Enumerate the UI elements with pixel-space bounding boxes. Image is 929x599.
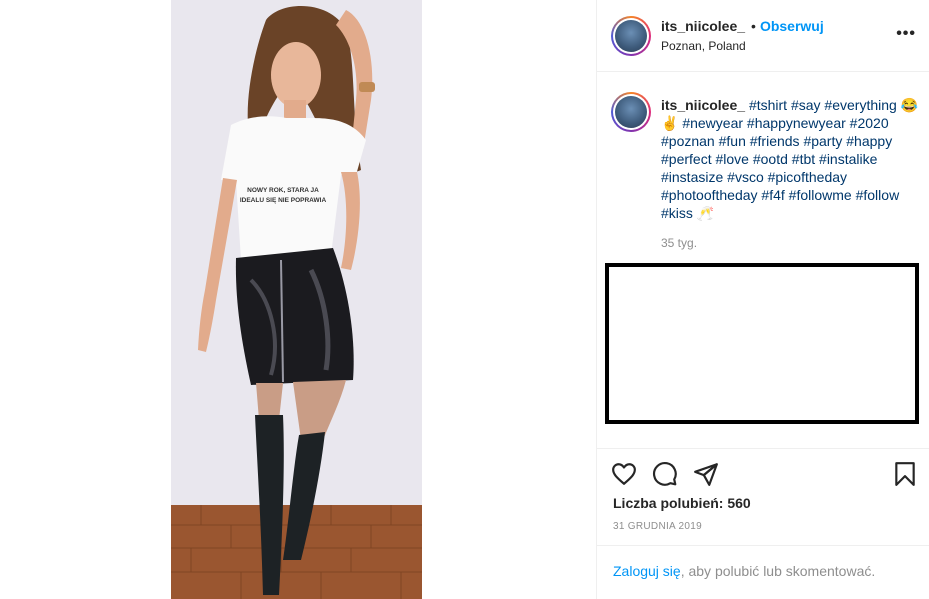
username-link[interactable]: its_niicolee_ (661, 18, 745, 34)
caption-avatar[interactable] (611, 92, 651, 132)
hashtag-link[interactable]: #2020 (850, 115, 889, 131)
bookmark-icon[interactable] (892, 461, 918, 487)
hashtag-link[interactable]: #love (715, 151, 748, 167)
hashtag-link[interactable]: #tshirt (749, 97, 787, 113)
hashtag-link[interactable]: #instasize (661, 169, 723, 185)
caption-username-link[interactable]: its_niicolee_ (661, 97, 745, 113)
shirt-text-1: NOWY ROK, STARA JA (247, 187, 319, 194)
login-prompt: Zaloguj się, aby polubić lub skomentować… (597, 545, 929, 599)
shirt-text-2: IDEALU SIĘ NIE POPRAWIA (240, 197, 327, 204)
likes-count[interactable]: Liczba polubień: 560 (613, 495, 751, 511)
redacted-box (605, 263, 919, 424)
hashtag-link[interactable]: #fun (719, 133, 746, 149)
post-time[interactable]: 35 tyg. (661, 236, 697, 250)
post-photo-illustration: NOWY ROK, STARA JA IDEALU SIĘ NIE POPRAW… (171, 0, 422, 599)
location-link[interactable]: Poznan, Poland (661, 39, 746, 53)
hashtag-link[interactable]: #say (791, 97, 821, 113)
login-rest-text: , aby polubić lub skomentować. (680, 563, 876, 579)
post-media-area: NOWY ROK, STARA JA IDEALU SIĘ NIE POPRAW… (0, 0, 596, 599)
post-header: its_niicolee_ • Obserwuj Poznan, Poland ••… (597, 0, 929, 72)
avatar-image (615, 96, 647, 128)
post-photo[interactable]: NOWY ROK, STARA JA IDEALU SIĘ NIE POPRAW… (171, 0, 422, 599)
actions-section: Liczba polubień: 560 31 GRUDNIA 2019 Zal… (597, 448, 929, 598)
heart-icon[interactable] (611, 461, 637, 487)
avatar-image (615, 20, 647, 52)
hashtag-link[interactable]: #perfect (661, 151, 712, 167)
hashtag-link[interactable]: #f4f (761, 187, 784, 203)
more-horizontal-icon[interactable]: ••• (896, 26, 916, 42)
caption-text-fragment: 🥂 (692, 205, 715, 221)
hashtag-link[interactable]: #picoftheday (768, 169, 847, 185)
hashtag-link[interactable]: #newyear (682, 115, 743, 131)
caption-text: its_niicolee_ #tshirt #say #everything 😂… (661, 96, 923, 222)
hashtag-link[interactable]: #follow (856, 187, 900, 203)
hashtag-link[interactable]: #friends (750, 133, 800, 149)
hashtag-link[interactable]: #kiss (661, 205, 693, 221)
header-user-line: its_niicolee_ • Obserwuj (661, 18, 824, 34)
caption-body: #tshirt #say #everything 😂✌ #newyear #ha… (661, 97, 918, 221)
hashtag-link[interactable]: #followme (789, 187, 852, 203)
likes-number: 560 (727, 495, 751, 511)
separator-dot: • (751, 18, 756, 34)
hashtag-link[interactable]: #vsco (727, 169, 764, 185)
login-link[interactable]: Zaloguj się (613, 563, 681, 579)
likes-label: Liczba polubień: (613, 495, 728, 511)
follow-button[interactable]: Obserwuj (760, 18, 824, 34)
hashtag-link[interactable]: #photooftheday (661, 187, 758, 203)
hashtag-link[interactable]: #party (803, 133, 842, 149)
hashtag-link[interactable]: #instalike (819, 151, 877, 167)
comment-icon[interactable] (652, 461, 678, 487)
post-date: 31 GRUDNIA 2019 (613, 521, 702, 532)
hashtag-link[interactable]: #happy (846, 133, 892, 149)
hashtag-link[interactable]: #happynewyear (747, 115, 846, 131)
share-icon[interactable] (693, 461, 719, 487)
hashtag-link[interactable]: #tbt (792, 151, 815, 167)
hashtag-link[interactable]: #everything (824, 97, 896, 113)
avatar[interactable] (611, 16, 651, 56)
hashtag-link[interactable]: #poznan (661, 133, 715, 149)
post-side-panel: its_niicolee_ • Obserwuj Poznan, Poland ••… (596, 0, 929, 599)
hashtag-link[interactable]: #ootd (753, 151, 788, 167)
